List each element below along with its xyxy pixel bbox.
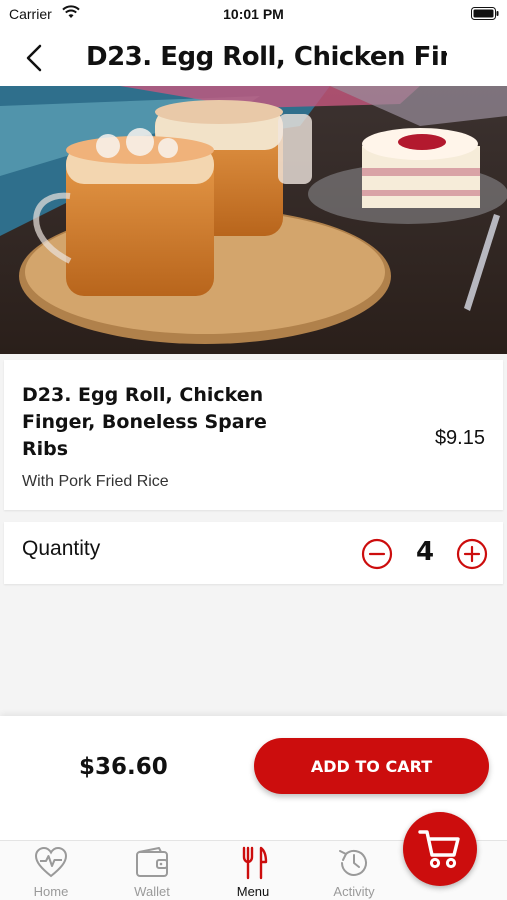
- wallet-icon: [136, 847, 168, 877]
- item-photo: [0, 86, 507, 354]
- chevron-left-icon: [26, 44, 42, 72]
- tab-home-label: Home: [33, 884, 69, 899]
- tab-menu-label: Menu: [236, 884, 270, 899]
- tab-activity-label: Activity: [333, 884, 375, 899]
- quantity-value: 4: [415, 537, 435, 567]
- tab-home[interactable]: Home: [1, 841, 101, 900]
- plus-circle-icon: [456, 538, 488, 570]
- tab-wallet[interactable]: Wallet: [102, 841, 202, 900]
- item-name: D23. Egg Roll, Chicken Finger, Boneless …: [22, 384, 267, 460]
- shopping-cart-icon: [418, 830, 460, 869]
- increase-quantity-button[interactable]: [456, 538, 488, 570]
- tab-activity[interactable]: Activity: [304, 841, 404, 900]
- heart-pulse-icon: [34, 846, 68, 878]
- item-description: With Pork Fried Rice: [22, 473, 169, 490]
- page-title: D23. Egg Roll, Chicken Fing: [86, 42, 447, 72]
- history-icon: [339, 849, 367, 876]
- back-button[interactable]: [18, 40, 54, 76]
- total-price: $36.60: [79, 754, 168, 780]
- quantity-card: Quantity 4: [4, 522, 503, 584]
- add-to-cart-button[interactable]: ADD TO CART: [254, 738, 489, 794]
- quantity-label: Quantity: [22, 537, 101, 560]
- nav-header: D23. Egg Roll, Chicken Fing: [0, 28, 507, 86]
- status-time: 10:01 PM: [223, 6, 284, 22]
- item-info-card: D23. Egg Roll, Chicken Finger, Boneless …: [4, 360, 503, 510]
- tab-menu[interactable]: Menu: [203, 841, 303, 900]
- fork-knife-icon: [242, 846, 268, 880]
- decrease-quantity-button[interactable]: [361, 538, 393, 570]
- tab-wallet-label: Wallet: [134, 884, 170, 899]
- minus-circle-icon: [361, 538, 393, 570]
- cart-button[interactable]: [403, 812, 477, 886]
- battery-icon: [471, 7, 499, 20]
- item-price: $9.15: [434, 427, 485, 449]
- status-bar: Carrier 10:01 PM: [0, 0, 507, 28]
